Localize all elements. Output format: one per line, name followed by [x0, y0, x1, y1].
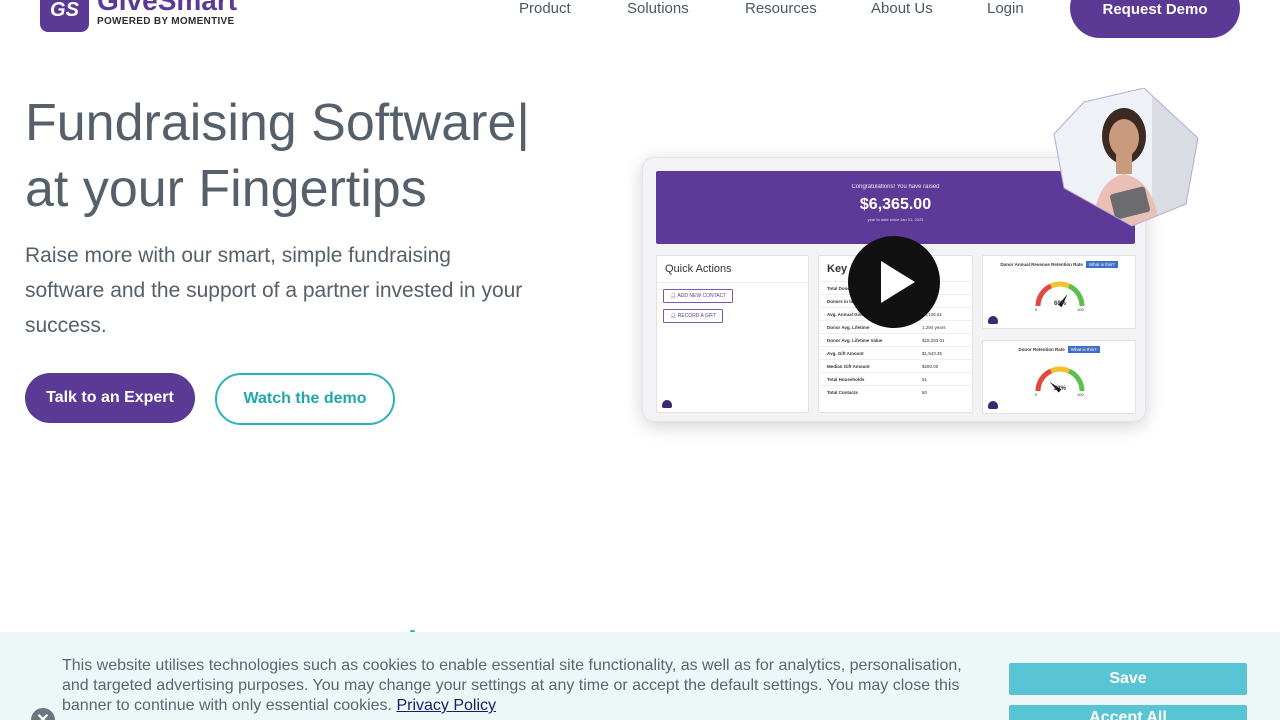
gauge1-title: Donor Annual Revenue Retention Rate	[1000, 262, 1083, 267]
mascot-icon	[988, 316, 998, 324]
key-stat-value: 51	[922, 376, 928, 382]
key-stat-row: Donor Avg. Lifetime Value $18,293.01	[819, 333, 972, 346]
key-stat-label: Avg. Gift Amount	[827, 350, 864, 356]
revenue-retention-card: Donor Annual Revenue Retention Rate What …	[982, 255, 1136, 329]
gauge2-value: 23%	[1054, 386, 1067, 392]
key-stat-row: Total Households 51	[819, 372, 972, 385]
person-photo-hexagon	[1053, 88, 1199, 227]
logo-subtitle: POWERED BY MOMENTIVE	[97, 16, 235, 27]
key-stat-value: $280.00	[922, 363, 939, 369]
add-contact-button: 👤︎ ADD NEW CONTACT	[663, 289, 734, 303]
cookie-text: This website utilises technologies such …	[62, 656, 982, 716]
nav-resources[interactable]: Resources	[745, 0, 817, 17]
record-gift-button: 👤︎ RECORD A GIFT	[663, 309, 724, 323]
add-contact-label: ADD NEW CONTACT	[677, 293, 727, 299]
gauge2-title: Donor Retention Rate	[1018, 347, 1065, 352]
key-stat-row: Total Contacts 50	[819, 385, 972, 398]
gauge1-info-tag: What is this?	[1085, 261, 1118, 268]
logo-name: GiveSmart	[97, 0, 238, 16]
hero-subtitle: Raise more with our smart, simple fundra…	[25, 244, 523, 337]
logo-mark: GS	[40, 0, 89, 32]
mascot-icon	[988, 401, 998, 409]
typing-caret: |	[516, 94, 530, 152]
key-stat-value: 50	[922, 389, 928, 395]
hero-title: Fundraising Software| at your Fingertips	[25, 90, 530, 222]
key-stat-label: Total Contacts	[827, 389, 858, 395]
key-stat-value: $1,943.35	[922, 350, 943, 356]
nav-product[interactable]: Product	[519, 0, 571, 17]
save-cookie-settings-button[interactable]: Save	[1009, 663, 1247, 695]
key-stat-value: 1.294 years	[922, 324, 946, 330]
gauge2-max: 100	[1077, 392, 1084, 397]
play-icon	[881, 261, 915, 303]
key-stat-label: Median Gift Amount	[827, 363, 870, 369]
record-gift-label: RECORD A GIFT	[677, 313, 717, 319]
nav-about-us[interactable]: About Us	[871, 0, 933, 17]
request-demo-button[interactable]: Request Demo	[1070, 0, 1240, 38]
cookie-message: This website utilises technologies such …	[62, 657, 962, 714]
gauge2-min: 0	[1035, 392, 1038, 397]
key-stat-label: Donor Avg. Lifetime	[827, 324, 870, 330]
cookie-banner: This website utilises technologies such …	[0, 632, 1280, 720]
quick-actions-title: Quick Actions	[657, 256, 808, 283]
watch-demo-button[interactable]: Watch the demo	[215, 373, 395, 425]
close-icon[interactable]: ✕	[31, 708, 55, 720]
key-stat-value: $18,293.01	[922, 337, 945, 343]
logo[interactable]: GS GiveSmart POWERED BY MOMENTIVE	[40, 0, 237, 32]
key-stat-label: Total Households	[827, 376, 865, 382]
hero-title-line1: Fundraising Software	[25, 94, 517, 152]
mascot-icon	[662, 400, 672, 408]
quick-actions-card: Quick Actions 👤︎ ADD NEW CONTACT 👤︎ RECO…	[656, 255, 809, 413]
play-video-button[interactable]	[848, 236, 940, 328]
hero-title-line2: at your Fingertips	[25, 160, 427, 218]
key-stat-row: Avg. Gift Amount $1,943.35	[819, 346, 972, 359]
accept-all-cookies-button[interactable]: Accept All	[1009, 705, 1247, 720]
privacy-policy-link[interactable]: Privacy Policy	[396, 697, 496, 714]
gauge2-info-tag: What is this?	[1067, 346, 1100, 353]
gauge1-value: 68%	[1054, 301, 1067, 307]
gauge1-max: 100	[1077, 307, 1084, 312]
key-stat-row: Median Gift Amount $280.00	[819, 359, 972, 372]
gauge1-min: 0	[1035, 307, 1038, 312]
key-stat-label: Donor Avg. Lifetime Value	[827, 337, 883, 343]
talk-to-expert-button[interactable]: Talk to an Expert	[25, 373, 195, 423]
nav-solutions[interactable]: Solutions	[627, 0, 689, 17]
donor-retention-card: Donor Retention Rate What is this? 0 100 …	[982, 340, 1136, 414]
nav-login[interactable]: Login	[987, 0, 1024, 17]
